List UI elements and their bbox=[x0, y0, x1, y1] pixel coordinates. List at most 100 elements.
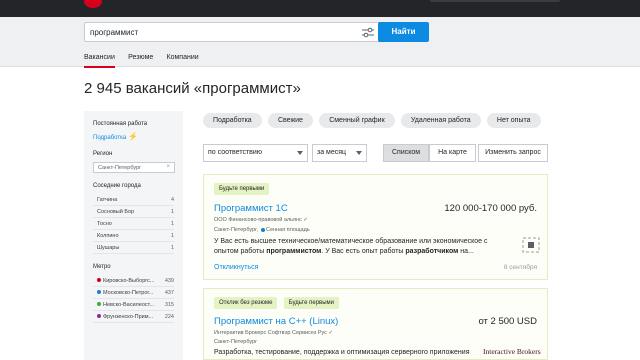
metro-icon bbox=[261, 227, 265, 232]
metro-heading: Метро bbox=[93, 264, 111, 270]
vacancy-salary: от 2 500 USD bbox=[478, 316, 537, 327]
tab-resumes[interactable]: Резюме bbox=[128, 54, 153, 66]
nearby-item[interactable]: Тосно 1 bbox=[93, 218, 174, 230]
hh-logo[interactable] bbox=[84, 0, 102, 8]
desc-text: на... bbox=[458, 247, 474, 255]
metro-name: Кировско-Выборгс... bbox=[103, 277, 155, 284]
company-logo[interactable]: Interactive Brokers bbox=[483, 347, 541, 356]
chip-remote[interactable]: Удаленная работа bbox=[400, 113, 481, 128]
badges: Отклик без резюме Будьте первыми bbox=[214, 297, 343, 309]
metro-item[interactable]: Кировско-Выборгс... 439 bbox=[93, 275, 174, 287]
search-button[interactable]: Найти bbox=[378, 22, 429, 42]
metro-item[interactable]: Фрунзенско-Прим... 224 bbox=[93, 311, 174, 323]
chip-fresh[interactable]: Свежие bbox=[267, 113, 313, 128]
company-name[interactable]: ООО Финансово-правовой альянс ✓ bbox=[214, 217, 308, 223]
metro-count: 224 bbox=[164, 313, 174, 320]
badges: Будьте первыми bbox=[214, 183, 273, 195]
lightning-icon: ⚡ bbox=[128, 132, 139, 141]
metro-line-icon bbox=[97, 290, 101, 295]
sort-select[interactable]: по соответствию bbox=[203, 144, 308, 162]
vacancy-description: Разработка, тестирование, поддержка и оп… bbox=[214, 349, 470, 356]
filter-sidebar: Постоянная работа Подработка ⚡ Регион Са… bbox=[84, 111, 183, 360]
region-value: Санкт-Петербург bbox=[98, 165, 142, 171]
metro-line-icon bbox=[97, 302, 101, 307]
period-select[interactable]: за месяц bbox=[312, 144, 367, 162]
company-name[interactable]: Интерактив Брокерс Софтвэр Сервисез Рус … bbox=[214, 330, 333, 336]
metro-name: Невско-Василеост... bbox=[103, 301, 155, 308]
city: Санкт-Петербург, bbox=[214, 227, 258, 233]
nearby-name: Гатчина bbox=[97, 196, 118, 203]
vacancy-description: У Вас есть высшее техническое/математиче… bbox=[214, 237, 494, 256]
nearby-name: Тосно bbox=[97, 220, 112, 227]
vacancy-card: Будьте первыми Программист 1С 120 000-17… bbox=[203, 174, 548, 280]
vacancy-title[interactable]: Программист на С++ (Linux) bbox=[214, 316, 338, 327]
nearby-name: Колпино bbox=[97, 232, 119, 239]
advanced-filter-icon[interactable] bbox=[362, 27, 374, 38]
nearby-count: 1 bbox=[170, 244, 174, 251]
company-name-text: ООО Финансово-правовой альянс bbox=[214, 217, 302, 223]
chevron-down-icon bbox=[297, 151, 303, 155]
desc-text: . У Вас есть опыт работы bbox=[321, 247, 406, 255]
part-time-link[interactable]: Подработка bbox=[93, 135, 126, 141]
chevron-down-icon bbox=[356, 151, 362, 155]
chip-part-time[interactable]: Подработка bbox=[203, 113, 262, 128]
view-map-button[interactable]: На карте bbox=[429, 144, 476, 162]
nearby-section: Соседние города Гатчина 4 Сосновый Бор 1 Т… bbox=[93, 183, 174, 254]
view-toggle: Списком На карте bbox=[383, 144, 476, 162]
badge-be-first: Будьте первыми bbox=[283, 297, 340, 309]
metro-item[interactable]: Московско-Петрог... 437 bbox=[93, 287, 174, 299]
metro-name: Московско-Петрог... bbox=[103, 289, 154, 296]
region-heading: Регион bbox=[93, 151, 113, 157]
vacancy-address: Санкт-Петербург bbox=[214, 339, 257, 345]
search-box bbox=[84, 22, 381, 42]
chip-shift-schedule[interactable]: Сменный график bbox=[319, 113, 395, 128]
company-logo[interactable] bbox=[522, 237, 540, 253]
desc-highlight: программистом bbox=[266, 247, 322, 255]
top-bar bbox=[0, 0, 640, 17]
metro-station: Сенная площадь bbox=[266, 227, 310, 233]
results-title: 2 945 вакансий «программист» bbox=[84, 80, 301, 97]
quick-filter-chips: Подработка Свежие Сменный график Удаленн… bbox=[203, 113, 545, 128]
chip-no-experience[interactable]: Нет опыта bbox=[486, 113, 541, 128]
clear-region-icon[interactable]: × bbox=[166, 164, 170, 170]
nearby-item[interactable]: Сосновый Бор 1 bbox=[93, 206, 174, 218]
company-name-text: Интерактив Брокерс Софтвэр Сервисез Рус bbox=[214, 330, 327, 336]
change-request-button[interactable]: Изменить запрос bbox=[478, 144, 548, 162]
employment-section: Постоянная работа Подработка ⚡ bbox=[93, 121, 174, 141]
vacancy-card: Отклик без резюме Будьте первыми Програм… bbox=[203, 288, 548, 360]
nearby-item[interactable]: Колпино 1 bbox=[93, 230, 174, 242]
metro-line-icon bbox=[97, 314, 101, 319]
tab-vacancies[interactable]: Вакансии bbox=[84, 54, 115, 68]
top-menu-button[interactable] bbox=[430, 0, 560, 2]
metro-count: 315 bbox=[164, 301, 174, 308]
tab-companies[interactable]: Компании bbox=[167, 54, 199, 66]
metro-name: Фрунзенско-Прим... bbox=[103, 313, 154, 320]
search-input[interactable] bbox=[90, 26, 350, 39]
vacancy-title[interactable]: Программист 1С bbox=[214, 203, 288, 214]
metro-line-icon bbox=[97, 278, 101, 283]
nearby-item[interactable]: Шушары 1 bbox=[93, 242, 174, 254]
sort-value: по соответствию bbox=[208, 149, 263, 156]
nearby-item[interactable]: Гатчина 4 bbox=[93, 194, 174, 206]
badge-be-first: Будьте первыми bbox=[214, 183, 270, 195]
verified-check-icon: ✓ bbox=[303, 217, 308, 223]
region-select[interactable]: Санкт-Петербург × bbox=[93, 162, 175, 173]
vacancy-salary: 120 000-170 000 руб. bbox=[444, 203, 537, 214]
nearby-count: 1 bbox=[170, 220, 174, 227]
period-value: за месяц bbox=[317, 149, 347, 156]
search-area: Найти Вакансии Резюме Компании bbox=[0, 17, 640, 68]
nearby-count: 4 bbox=[170, 196, 174, 203]
region-section: Регион Санкт-Петербург × bbox=[93, 151, 175, 173]
metro-section: Метро Кировско-Выборгс... 439 Московско-П… bbox=[93, 264, 174, 323]
nearby-count: 1 bbox=[170, 208, 174, 215]
nearby-name: Сосновый Бор bbox=[97, 208, 135, 215]
nearby-heading: Соседние города bbox=[93, 183, 141, 189]
vacancy-address: Санкт-Петербург, Сенная площадь bbox=[214, 227, 310, 233]
badge-no-resume: Отклик без резюме bbox=[214, 297, 278, 309]
metro-count: 437 bbox=[164, 289, 174, 296]
verified-check-icon: ✓ bbox=[328, 330, 334, 336]
desc-highlight: разработчиком bbox=[405, 247, 459, 255]
respond-link[interactable]: Откликнуться bbox=[214, 264, 258, 271]
metro-item[interactable]: Невско-Василеост... 315 bbox=[93, 299, 174, 311]
view-list-button[interactable]: Списком bbox=[383, 144, 430, 162]
